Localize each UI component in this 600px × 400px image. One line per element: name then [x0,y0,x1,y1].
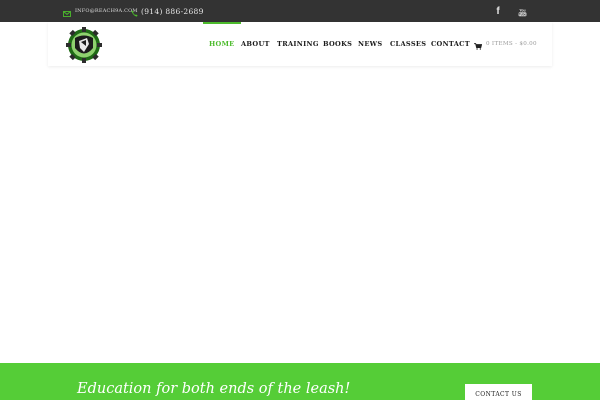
site-logo[interactable] [64,26,104,64]
envelope-icon [63,2,71,21]
youtube-icon: You Tube [518,2,527,21]
nav-books[interactable]: BOOKS [323,22,352,66]
main-header: HOME ABOUT TRAINING BOOKS NEWS CLASSES C… [48,22,552,66]
nav-training[interactable]: TRAINING [277,22,319,66]
svg-text:Tube: Tube [518,12,526,16]
nav-home[interactable]: HOME [203,22,240,66]
nav-contact[interactable]: CONTACT [431,22,470,66]
top-bar: info@reach9a.com (914) 886-2689 f You Tu… [0,0,600,22]
tagline: Education for both ends of the leash! [77,381,351,397]
phone-contact[interactable]: (914) 886-2689 [131,0,204,22]
email-text: info@reach9a.com [75,8,138,14]
phone-icon [131,2,138,21]
nav-about[interactable]: ABOUT [241,22,270,66]
cta-band: Education for both ends of the leash! CO… [0,363,600,400]
email-contact[interactable]: info@reach9a.com [63,0,138,22]
hero-area [0,66,600,363]
facebook-link[interactable]: f [491,0,505,22]
phone-text: (914) 886-2689 [141,6,204,16]
cart-icon [474,35,483,54]
cart-summary: 0 ITEMS - $0.00 [486,41,537,47]
facebook-icon: f [496,5,500,17]
youtube-link[interactable]: You Tube [515,0,529,22]
cart-link[interactable]: 0 ITEMS - $0.00 [474,22,537,66]
contact-us-button[interactable]: CONTACT US [465,384,532,400]
nav-classes[interactable]: CLASSES [390,22,426,66]
nav-news[interactable]: NEWS [358,22,382,66]
